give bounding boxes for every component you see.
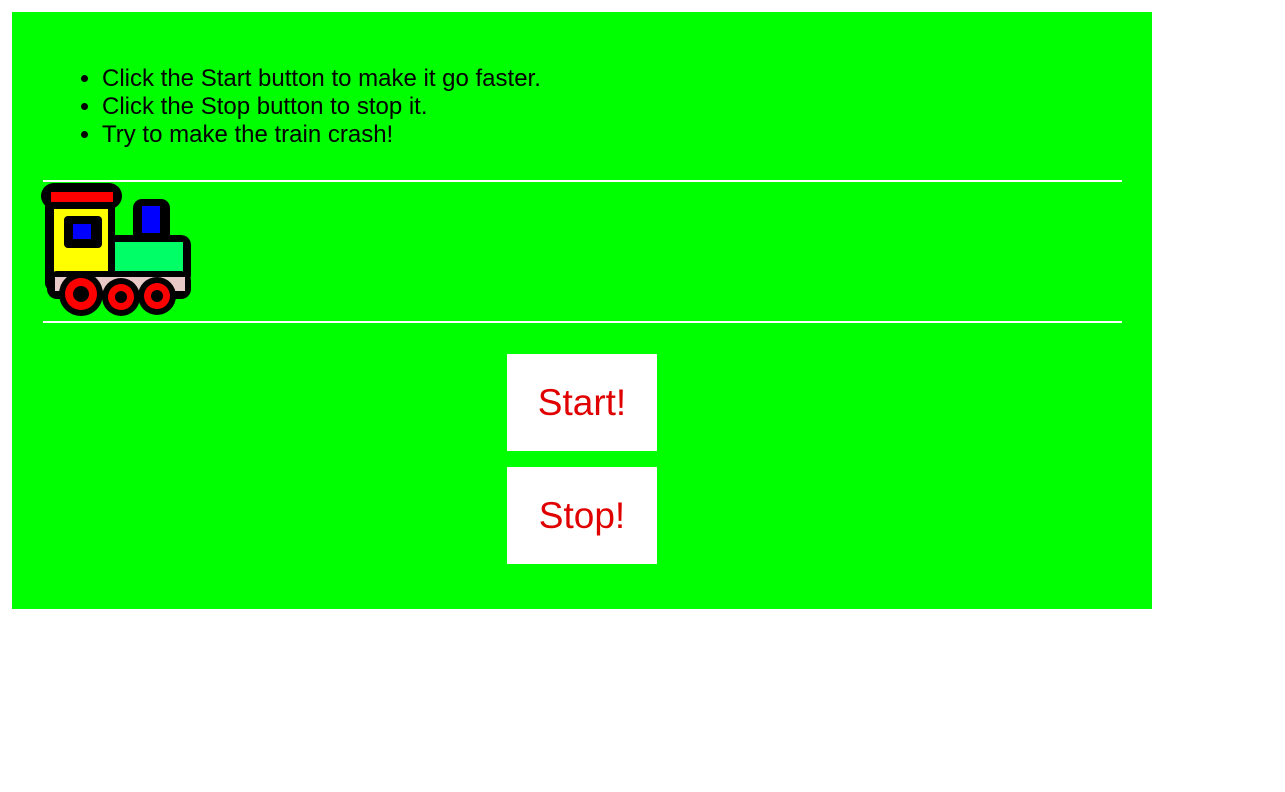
track-bottom-rail (43, 321, 1122, 323)
instructions-list: Click the Start button to make it go fas… (12, 65, 541, 149)
instruction-item: Click the Start button to make it go fas… (102, 65, 541, 93)
stop-button[interactable]: Stop! (507, 467, 657, 564)
toy-train-icon (41, 183, 191, 316)
track-top-rail (43, 180, 1122, 182)
game-panel: Click the Start button to make it go fas… (12, 12, 1152, 609)
instruction-item: Try to make the train crash! (102, 121, 541, 149)
start-button[interactable]: Start! (507, 354, 657, 451)
instruction-item: Click the Stop button to stop it. (102, 93, 541, 121)
